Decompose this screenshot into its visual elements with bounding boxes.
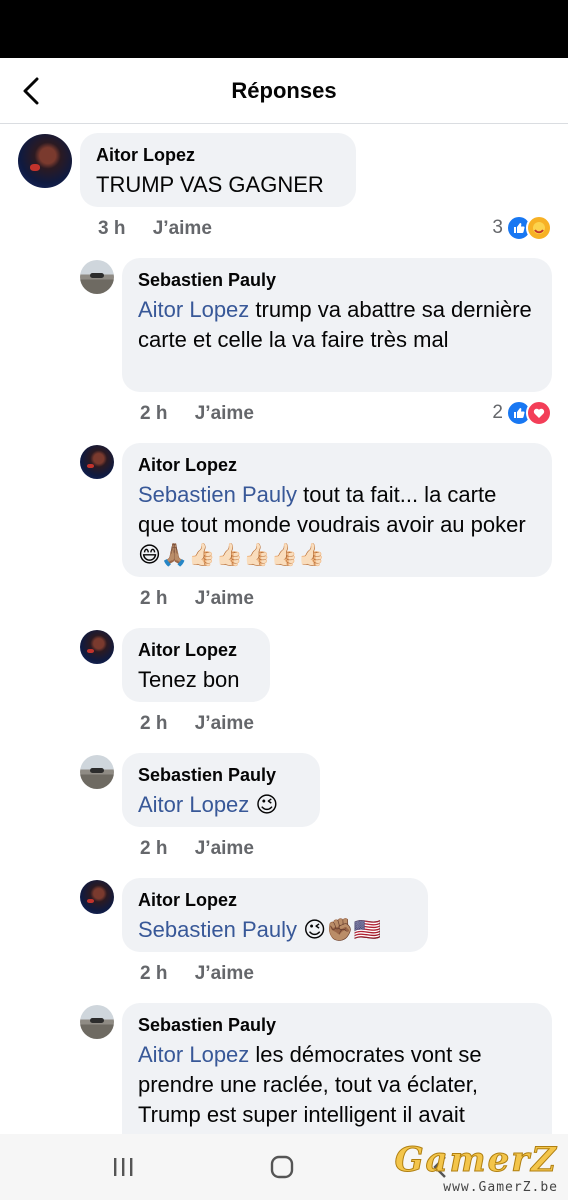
like-button[interactable]: J’aime: [195, 713, 254, 734]
watermark-logo: GamerZ: [394, 1140, 558, 1181]
watermark: GamerZ www.GamerZ.be: [394, 1140, 558, 1196]
comment-time[interactable]: 2 h: [140, 838, 167, 859]
heart-icon: [526, 400, 552, 426]
comment-meta: 2 h J’aime: [140, 963, 254, 985]
comment-bubble: Aitor Lopez Sebastien Pauly tout ta fait…: [122, 443, 552, 577]
comment-text: Tenez bon: [138, 667, 240, 692]
page-title: Réponses: [231, 78, 337, 103]
comment-text: Sebastien Pauly tout ta fait... la carte…: [138, 480, 536, 570]
reaction-summary[interactable]: 2: [492, 400, 552, 426]
recent-apps-button[interactable]: [103, 1152, 143, 1182]
comment-bubble: Aitor Lopez TRUMP VAS GAGNER: [80, 133, 356, 207]
like-button[interactable]: J’aime: [195, 588, 254, 609]
header: Réponses: [0, 58, 568, 124]
like-button[interactable]: J’aime: [153, 218, 212, 239]
comment-bubble: Sebastien Pauly Aitor Lopez 😉: [122, 753, 320, 827]
comment-meta: 2 h J’aime: [140, 588, 254, 610]
comment-meta: 2 h J’aime: [140, 713, 254, 735]
mention-link[interactable]: Aitor Lopez: [138, 792, 249, 817]
reaction-count: 2: [492, 402, 503, 423]
replies-sheet: Réponses Aitor Lopez TRUMP VAS GAGNER 3 …: [0, 58, 568, 1134]
like-button[interactable]: J’aime: [195, 838, 254, 859]
avatar[interactable]: [80, 1005, 114, 1039]
comment-author[interactable]: Sebastien Pauly: [138, 1014, 536, 1036]
comment-time[interactable]: 2 h: [140, 963, 167, 984]
comment-author[interactable]: Sebastien Pauly: [138, 269, 536, 291]
comment-time[interactable]: 2 h: [140, 588, 167, 609]
comment-time[interactable]: 2 h: [140, 403, 167, 424]
comment-author[interactable]: Sebastien Pauly: [138, 764, 304, 786]
comment-author[interactable]: Aitor Lopez: [138, 889, 412, 911]
home-button[interactable]: [262, 1152, 302, 1182]
comment-time[interactable]: 2 h: [140, 713, 167, 734]
avatar[interactable]: [80, 755, 114, 789]
like-button[interactable]: J’aime: [195, 403, 254, 424]
mention-link[interactable]: Sebastien Pauly: [138, 482, 297, 507]
comment-bubble: Sebastien Pauly Aitor Lopez trump va aba…: [122, 258, 552, 392]
care-emoji-icon: [526, 215, 552, 241]
recent-apps-icon: [114, 1158, 133, 1176]
mention-link[interactable]: Sebastien Pauly: [138, 917, 297, 942]
avatar[interactable]: [80, 880, 114, 914]
comment-meta: 2 h J’aime: [140, 403, 254, 425]
comment-text: Aitor Lopez trump va abattre sa dernière…: [138, 295, 536, 355]
watermark-url: www.GamerZ.be: [443, 1180, 558, 1195]
comment-bubble: Aitor Lopez Sebastien Pauly 😉✊🏽🇺🇸: [122, 878, 428, 952]
comment-text: Aitor Lopez 😉: [138, 790, 304, 820]
avatar[interactable]: [80, 445, 114, 479]
avatar[interactable]: [18, 134, 72, 188]
comment-author[interactable]: Aitor Lopez: [138, 639, 254, 661]
comment-bubble: Sebastien Pauly Aitor Lopez les démocrat…: [122, 1003, 552, 1134]
mention-link[interactable]: Aitor Lopez: [138, 1042, 249, 1067]
comment-meta: 3 h J’aime: [98, 218, 212, 240]
like-button[interactable]: J’aime: [195, 963, 254, 984]
reaction-summary[interactable]: 3: [492, 215, 552, 241]
mention-link[interactable]: Aitor Lopez: [138, 297, 249, 322]
reaction-count: 3: [492, 217, 503, 238]
home-icon: [270, 1155, 294, 1179]
comment-time[interactable]: 3 h: [98, 218, 125, 239]
comment-body: 😉✊🏽🇺🇸: [297, 917, 381, 942]
comment-bubble: Aitor Lopez Tenez bon: [122, 628, 270, 702]
avatar[interactable]: [80, 260, 114, 294]
comment-body: 😉: [249, 792, 279, 817]
comment-text: Aitor Lopez les démocrates vont se prend…: [138, 1040, 536, 1130]
comment-author[interactable]: Aitor Lopez: [96, 144, 340, 166]
comment-meta: 2 h J’aime: [140, 838, 254, 860]
comment-author[interactable]: Aitor Lopez: [138, 454, 536, 476]
comment-text: Sebastien Pauly 😉✊🏽🇺🇸: [138, 915, 412, 945]
avatar[interactable]: [80, 630, 114, 664]
status-bar: [0, 0, 568, 58]
comment-text: TRUMP VAS GAGNER: [96, 172, 324, 197]
